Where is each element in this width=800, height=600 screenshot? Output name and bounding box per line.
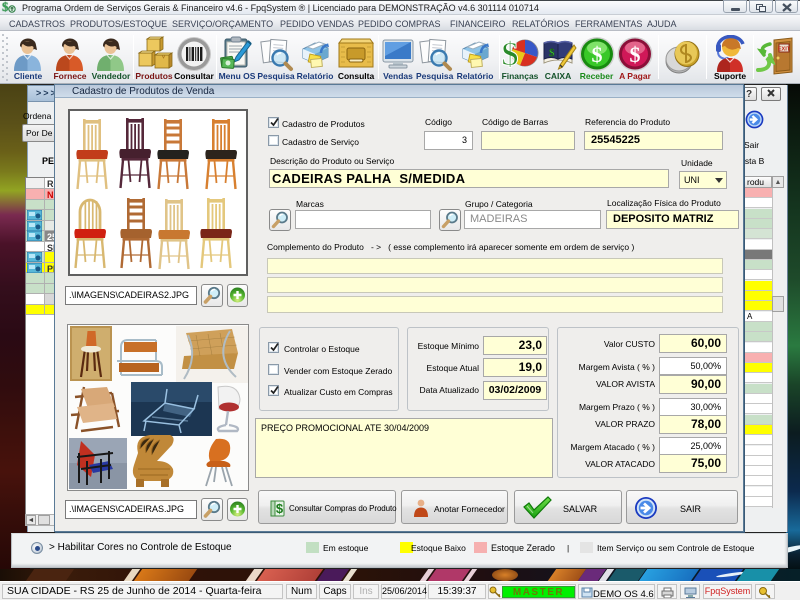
svg-text:EXIT: EXIT	[778, 47, 791, 53]
svg-text:$: $	[630, 42, 641, 67]
svg-text:$: $	[502, 36, 519, 73]
svg-text:$: $	[591, 42, 602, 67]
svg-text:$: $	[276, 501, 284, 516]
svg-text:$: $	[549, 47, 555, 59]
